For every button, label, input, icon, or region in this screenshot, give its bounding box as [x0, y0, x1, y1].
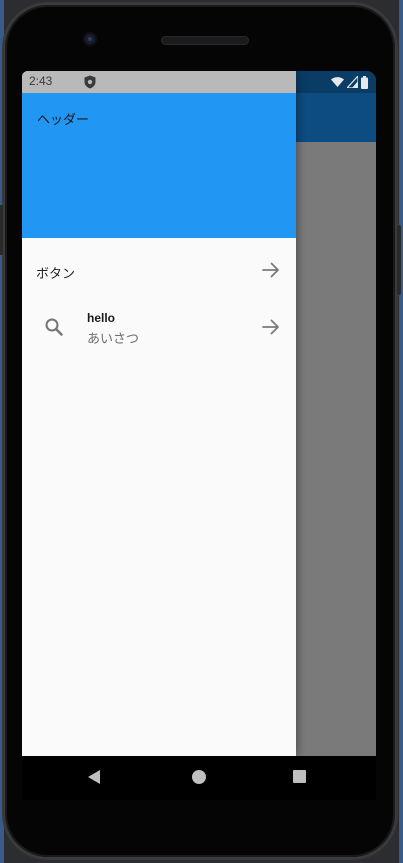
background-strip-right: [399, 0, 403, 863]
back-icon[interactable]: [88, 770, 100, 784]
arrow-forward-icon: [262, 262, 279, 278]
drawer-item-subtitle: あいさつ: [87, 332, 140, 347]
drawer-item-hello[interactable]: hello あいさつ: [22, 303, 296, 361]
signal-icon: [347, 76, 358, 88]
volume-button: [0, 205, 3, 255]
battery-icon: [361, 75, 368, 89]
arrow-forward-icon: [262, 319, 279, 335]
recents-icon[interactable]: [293, 770, 306, 783]
search-icon: [45, 318, 63, 336]
drawer-item-title: hello: [87, 311, 116, 325]
shield-icon: [84, 75, 96, 89]
wifi-icon: [331, 77, 344, 87]
screen: 2:43 ヘッダー ボタン hello あいさつ: [22, 71, 376, 756]
drawer-header: ヘッダー: [22, 93, 296, 238]
status-icons: [331, 75, 368, 89]
earpiece-speaker: [161, 36, 249, 45]
drawer-item-label: ボタン: [36, 267, 76, 282]
front-camera: [83, 32, 97, 46]
drawer-status-area: 2:43: [22, 71, 296, 93]
status-time: 2:43: [29, 74, 53, 88]
drawer-header-title: ヘッダー: [37, 113, 90, 128]
system-nav-bar: [22, 756, 376, 800]
power-button: [397, 225, 401, 295]
navigation-drawer: 2:43 ヘッダー ボタン hello あいさつ: [22, 71, 296, 756]
home-icon[interactable]: [192, 770, 206, 784]
drawer-item-button[interactable]: ボタン: [22, 239, 296, 301]
